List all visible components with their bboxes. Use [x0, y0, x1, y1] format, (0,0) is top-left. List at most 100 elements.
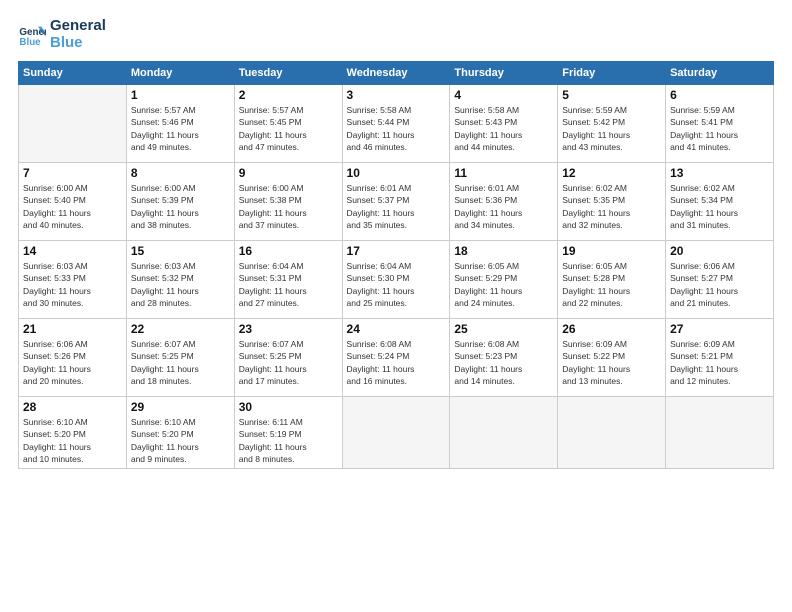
day-info: Sunrise: 5:58 AMSunset: 5:43 PMDaylight:…	[454, 104, 553, 153]
day-number: 25	[454, 322, 553, 336]
calendar-cell: 5 Sunrise: 5:59 AMSunset: 5:42 PMDaylight…	[558, 85, 666, 163]
col-header-friday: Friday	[558, 62, 666, 85]
day-info: Sunrise: 6:11 AMSunset: 5:19 PMDaylight:…	[239, 416, 338, 465]
day-number: 3	[347, 88, 446, 102]
day-info: Sunrise: 6:03 AMSunset: 5:33 PMDaylight:…	[23, 260, 122, 309]
day-number: 5	[562, 88, 661, 102]
calendar-cell: 4 Sunrise: 5:58 AMSunset: 5:43 PMDaylight…	[450, 85, 558, 163]
day-number: 4	[454, 88, 553, 102]
day-info: Sunrise: 6:07 AMSunset: 5:25 PMDaylight:…	[131, 338, 230, 387]
calendar-header-row: SundayMondayTuesdayWednesdayThursdayFrid…	[19, 62, 774, 85]
calendar-cell: 21Sunrise: 6:06 AMSunset: 5:26 PMDayligh…	[19, 319, 127, 397]
calendar-cell: 15 Sunrise: 6:03 AMSunset: 5:32 PMDayligh…	[126, 241, 234, 319]
col-header-wednesday: Wednesday	[342, 62, 450, 85]
day-number: 27	[670, 322, 769, 336]
calendar-cell	[450, 397, 558, 469]
calendar-cell	[558, 397, 666, 469]
day-number: 15	[131, 244, 230, 258]
day-number: 26	[562, 322, 661, 336]
col-header-saturday: Saturday	[666, 62, 774, 85]
day-info: Sunrise: 6:01 AMSunset: 5:37 PMDaylight:…	[347, 182, 446, 231]
day-info: Sunrise: 6:10 AMSunset: 5:20 PMDaylight:…	[23, 416, 122, 465]
day-number: 29	[131, 400, 230, 414]
calendar-cell: 9 Sunrise: 6:00 AMSunset: 5:38 PMDaylight…	[234, 163, 342, 241]
day-number: 28	[23, 400, 122, 414]
calendar-cell: 8 Sunrise: 6:00 AMSunset: 5:39 PMDaylight…	[126, 163, 234, 241]
day-info: Sunrise: 5:57 AMSunset: 5:45 PMDaylight:…	[239, 104, 338, 153]
day-info: Sunrise: 6:10 AMSunset: 5:20 PMDaylight:…	[131, 416, 230, 465]
day-info: Sunrise: 6:00 AMSunset: 5:40 PMDaylight:…	[23, 182, 122, 231]
day-number: 20	[670, 244, 769, 258]
day-info: Sunrise: 6:00 AMSunset: 5:38 PMDaylight:…	[239, 182, 338, 231]
day-number: 30	[239, 400, 338, 414]
day-number: 1	[131, 88, 230, 102]
day-info: Sunrise: 6:01 AMSunset: 5:36 PMDaylight:…	[454, 182, 553, 231]
calendar-cell: 1Sunrise: 5:57 AMSunset: 5:46 PMDaylight…	[126, 85, 234, 163]
day-info: Sunrise: 6:04 AMSunset: 5:31 PMDaylight:…	[239, 260, 338, 309]
calendar-cell: 19 Sunrise: 6:05 AMSunset: 5:28 PMDayligh…	[558, 241, 666, 319]
day-number: 22	[131, 322, 230, 336]
day-number: 14	[23, 244, 122, 258]
col-header-tuesday: Tuesday	[234, 62, 342, 85]
day-number: 18	[454, 244, 553, 258]
day-number: 8	[131, 166, 230, 180]
day-info: Sunrise: 6:02 AMSunset: 5:34 PMDaylight:…	[670, 182, 769, 231]
day-info: Sunrise: 6:00 AMSunset: 5:39 PMDaylight:…	[131, 182, 230, 231]
calendar-cell: 11Sunrise: 6:01 AMSunset: 5:36 PMDayligh…	[450, 163, 558, 241]
calendar-cell: 24 Sunrise: 6:08 AMSunset: 5:24 PMDayligh…	[342, 319, 450, 397]
calendar-cell: 17 Sunrise: 6:04 AMSunset: 5:30 PMDayligh…	[342, 241, 450, 319]
day-info: Sunrise: 6:05 AMSunset: 5:29 PMDaylight:…	[454, 260, 553, 309]
calendar-cell: 2 Sunrise: 5:57 AMSunset: 5:45 PMDaylight…	[234, 85, 342, 163]
calendar-cell	[19, 85, 127, 163]
week-row-2: 7 Sunrise: 6:00 AMSunset: 5:40 PMDaylight…	[19, 163, 774, 241]
day-info: Sunrise: 5:58 AMSunset: 5:44 PMDaylight:…	[347, 104, 446, 153]
calendar-cell: 22 Sunrise: 6:07 AMSunset: 5:25 PMDayligh…	[126, 319, 234, 397]
day-info: Sunrise: 6:06 AMSunset: 5:27 PMDaylight:…	[670, 260, 769, 309]
day-info: Sunrise: 6:07 AMSunset: 5:25 PMDaylight:…	[239, 338, 338, 387]
calendar-cell: 23Sunrise: 6:07 AMSunset: 5:25 PMDayligh…	[234, 319, 342, 397]
logo-blue: Blue	[50, 35, 106, 52]
day-number: 12	[562, 166, 661, 180]
logo-icon: General Blue	[18, 21, 46, 49]
day-info: Sunrise: 5:59 AMSunset: 5:42 PMDaylight:…	[562, 104, 661, 153]
calendar-cell	[666, 397, 774, 469]
day-number: 24	[347, 322, 446, 336]
day-number: 17	[347, 244, 446, 258]
col-header-sunday: Sunday	[19, 62, 127, 85]
day-info: Sunrise: 5:59 AMSunset: 5:41 PMDaylight:…	[670, 104, 769, 153]
calendar-cell: 18 Sunrise: 6:05 AMSunset: 5:29 PMDayligh…	[450, 241, 558, 319]
day-number: 9	[239, 166, 338, 180]
day-info: Sunrise: 6:03 AMSunset: 5:32 PMDaylight:…	[131, 260, 230, 309]
logo: General Blue General Blue	[18, 18, 106, 51]
day-number: 19	[562, 244, 661, 258]
calendar-cell: 27 Sunrise: 6:09 AMSunset: 5:21 PMDayligh…	[666, 319, 774, 397]
calendar-cell: 30 Sunrise: 6:11 AMSunset: 5:19 PMDayligh…	[234, 397, 342, 469]
week-row-4: 21Sunrise: 6:06 AMSunset: 5:26 PMDayligh…	[19, 319, 774, 397]
svg-text:Blue: Blue	[19, 36, 41, 47]
day-info: Sunrise: 6:06 AMSunset: 5:26 PMDaylight:…	[23, 338, 122, 387]
calendar-cell: 3 Sunrise: 5:58 AMSunset: 5:44 PMDaylight…	[342, 85, 450, 163]
calendar-cell: 10 Sunrise: 6:01 AMSunset: 5:37 PMDayligh…	[342, 163, 450, 241]
calendar-cell: 20 Sunrise: 6:06 AMSunset: 5:27 PMDayligh…	[666, 241, 774, 319]
calendar-cell: 28 Sunrise: 6:10 AMSunset: 5:20 PMDayligh…	[19, 397, 127, 469]
day-number: 7	[23, 166, 122, 180]
day-info: Sunrise: 6:04 AMSunset: 5:30 PMDaylight:…	[347, 260, 446, 309]
day-info: Sunrise: 6:08 AMSunset: 5:23 PMDaylight:…	[454, 338, 553, 387]
week-row-1: 1Sunrise: 5:57 AMSunset: 5:46 PMDaylight…	[19, 85, 774, 163]
calendar: SundayMondayTuesdayWednesdayThursdayFrid…	[18, 61, 774, 469]
day-info: Sunrise: 6:02 AMSunset: 5:35 PMDaylight:…	[562, 182, 661, 231]
day-info: Sunrise: 6:05 AMSunset: 5:28 PMDaylight:…	[562, 260, 661, 309]
calendar-cell	[342, 397, 450, 469]
calendar-cell: 29 Sunrise: 6:10 AMSunset: 5:20 PMDayligh…	[126, 397, 234, 469]
logo-general: General	[50, 18, 106, 35]
day-number: 2	[239, 88, 338, 102]
col-header-thursday: Thursday	[450, 62, 558, 85]
calendar-cell: 7 Sunrise: 6:00 AMSunset: 5:40 PMDaylight…	[19, 163, 127, 241]
day-number: 10	[347, 166, 446, 180]
day-number: 16	[239, 244, 338, 258]
calendar-cell: 25 Sunrise: 6:08 AMSunset: 5:23 PMDayligh…	[450, 319, 558, 397]
day-info: Sunrise: 6:08 AMSunset: 5:24 PMDaylight:…	[347, 338, 446, 387]
calendar-cell: 12 Sunrise: 6:02 AMSunset: 5:35 PMDayligh…	[558, 163, 666, 241]
day-info: Sunrise: 6:09 AMSunset: 5:21 PMDaylight:…	[670, 338, 769, 387]
calendar-cell: 13Sunrise: 6:02 AMSunset: 5:34 PMDayligh…	[666, 163, 774, 241]
